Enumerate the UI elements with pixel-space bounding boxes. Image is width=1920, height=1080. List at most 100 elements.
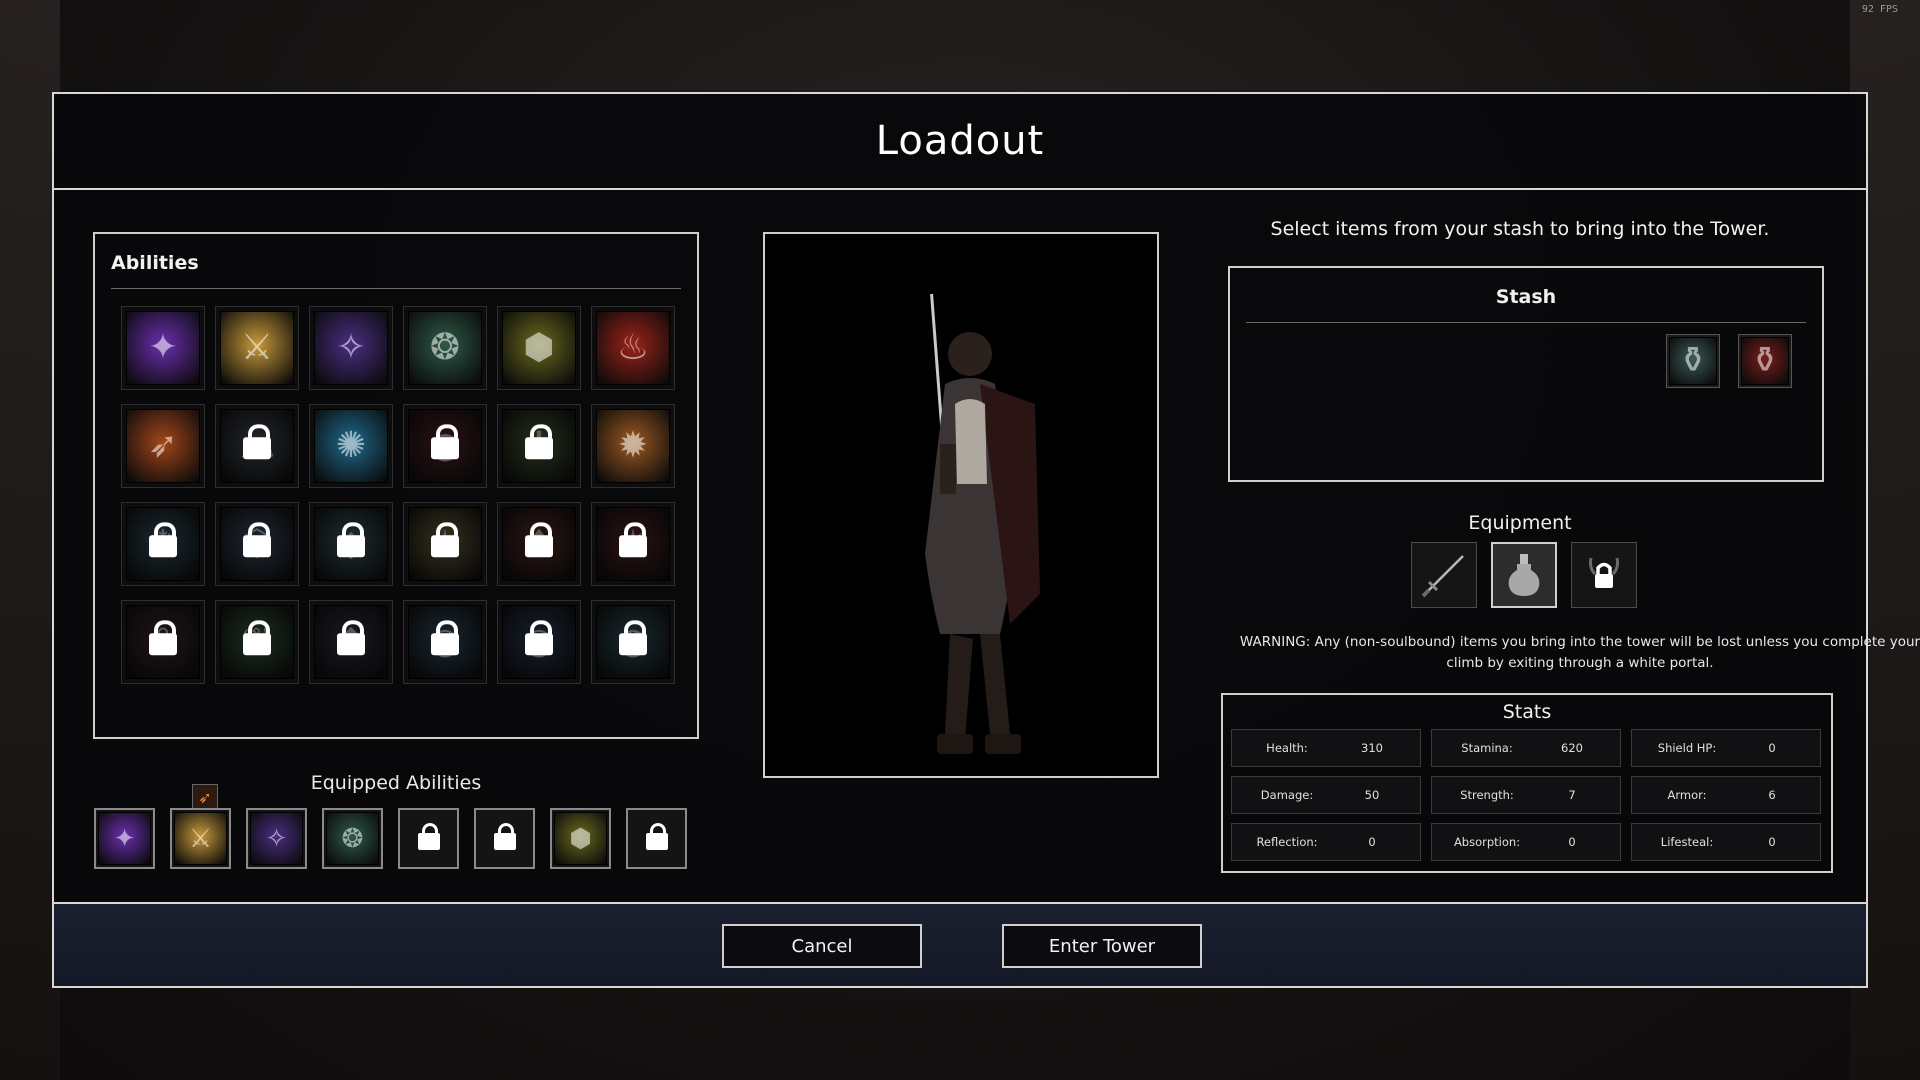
divider [111,288,681,289]
lock-icon [243,620,271,656]
equipped-ability-slot[interactable] [398,808,459,869]
ability-slot[interactable]: ⚔ [215,306,299,390]
arcane-figure-icon: ✦ [126,311,200,385]
stat-name: Strength: [1460,788,1514,802]
stat-value: 7 [1568,788,1576,802]
stat-name: Health: [1266,741,1308,755]
equipped-ability-slot[interactable]: ✦ [94,808,155,869]
lock-icon [337,522,365,558]
ability-slot[interactable]: ➶ [121,404,205,488]
character-preview[interactable] [763,232,1159,778]
glyph: ♨ [616,327,650,368]
lock-icon [645,822,668,850]
stat-value: 50 [1364,788,1380,802]
stat-value: 6 [1768,788,1776,802]
stat-cell: Strength: 7 [1431,776,1621,814]
lock-icon [493,822,516,850]
stat-cell: Damage: 50 [1231,776,1421,814]
equipped-ability-slot[interactable]: ⚔ [170,808,231,869]
sword-icon [1421,555,1464,598]
ice-shard-icon: ✺ [314,409,388,483]
ability-slot[interactable]: ♦ [497,502,581,586]
lock-icon [149,522,177,558]
stats-grid: Health: 310 Stamina: 620 Shield HP: 0 Damage: 5… [1231,729,1821,861]
ability-slot[interactable]: ✧ [309,306,393,390]
stat-value: 0 [1368,835,1376,849]
ability-slot[interactable]: ❄ [121,502,205,586]
ability-slot[interactable]: ✷ [591,502,675,586]
equipment-label: Equipment [1468,512,1572,534]
radiant-blade-icon: ⚔ [220,311,294,385]
ability-slot[interactable]: ❦ [215,600,299,684]
ability-slot[interactable]: ✶ [403,502,487,586]
ability-slot[interactable]: ❖ [309,600,393,684]
character-model-icon [925,294,1040,754]
enter-tower-button[interactable]: Enter Tower [1002,924,1202,968]
ability-slot[interactable]: ◆ [309,502,393,586]
teal-potion-icon: ⚱ [1669,337,1717,385]
ability-slot[interactable]: ⬡ [215,502,299,586]
instructions-text: Select items from your stash to bring in… [1270,218,1770,240]
background-pillar-left [0,0,60,1080]
ability-slot[interactable]: ◍ [591,600,675,684]
warning-text: WARNING: Any (non-soulbound) items you b… [1239,634,1920,671]
equipped-ability-slot[interactable]: ⬢ [550,808,611,869]
glyph: ⬢ [523,327,555,368]
stat-name: Stamina: [1461,741,1513,755]
ability-slot[interactable]: ♨ [591,306,675,390]
page-title: Loadout [875,118,1045,164]
lock-icon [619,620,647,656]
equipment-slot-helmet[interactable] [1571,542,1637,608]
glyph: ❂ [341,823,364,854]
green-spirit-icon: ❂ [408,311,482,385]
ability-slot[interactable]: ◎ [403,600,487,684]
glyph: ✹ [617,425,649,466]
equipped-ability-slot[interactable]: ✧ [246,808,307,869]
ability-slot[interactable]: ✦ [121,306,205,390]
equipped-ability-slot[interactable] [626,808,687,869]
glyph: ⚔ [188,823,213,854]
ability-slot[interactable]: ◉ [497,600,581,684]
equipped-ability-slot[interactable]: ❂ [322,808,383,869]
shadow-mage-icon: ✧ [250,812,303,865]
ability-slot[interactable]: ⬢ [497,306,581,390]
ability-slot[interactable]: ❀ [121,600,205,684]
golden-shield-icon: ⬢ [554,812,607,865]
lock-icon [149,620,177,656]
modal-header: Loadout [54,94,1866,190]
lock-icon [243,424,271,460]
divider [1246,322,1806,323]
abilities-panel: Abilities ✦ ⚔ ✧ ❂ ⬢ ♨ ➶ ☁ ✺ ●✝ ✹ ❄⬡◆✶♦✷ ❀❦❖◎◉◍ [93,232,699,739]
stat-value: 0 [1568,835,1576,849]
glyph: ➶ [147,425,179,466]
lock-icon [525,424,553,460]
ability-slot[interactable]: ❂ [403,306,487,390]
stat-name: Shield HP: [1657,741,1717,755]
equipment-slot-weapon[interactable] [1411,542,1477,608]
abilities-label: Abilities [111,252,199,274]
lock-icon [417,822,440,850]
glyph: ✧ [265,823,288,854]
lock-icon [525,620,553,656]
stat-cell: Stamina: 620 [1431,729,1621,767]
ability-slot[interactable]: ✝ [497,404,581,488]
stat-name: Absorption: [1453,835,1521,849]
stash-item[interactable]: ⚱ [1666,334,1720,388]
ability-slot[interactable]: ● [403,404,487,488]
equipped-ability-slot[interactable] [474,808,535,869]
stash-item[interactable]: ⚱ [1738,334,1792,388]
equipment-slot-consumable[interactable] [1491,542,1557,608]
cancel-button[interactable]: Cancel [722,924,922,968]
glyph: ✦ [113,823,136,854]
ability-slot[interactable]: ☁ [215,404,299,488]
stat-cell: Absorption: 0 [1431,823,1621,861]
arcane-figure-icon: ✦ [98,812,151,865]
fire-sword-indicator-icon: ➶ [192,784,218,810]
fire-sword-icon: ➶ [126,409,200,483]
glyph: ⚱ [1677,340,1709,381]
fps-counter: 92 FPS [1861,4,1898,15]
stat-name: Armor: [1667,788,1707,802]
ability-slot[interactable]: ✺ [309,404,393,488]
glyph: ✦ [147,327,179,368]
ability-slot[interactable]: ✹ [591,404,675,488]
